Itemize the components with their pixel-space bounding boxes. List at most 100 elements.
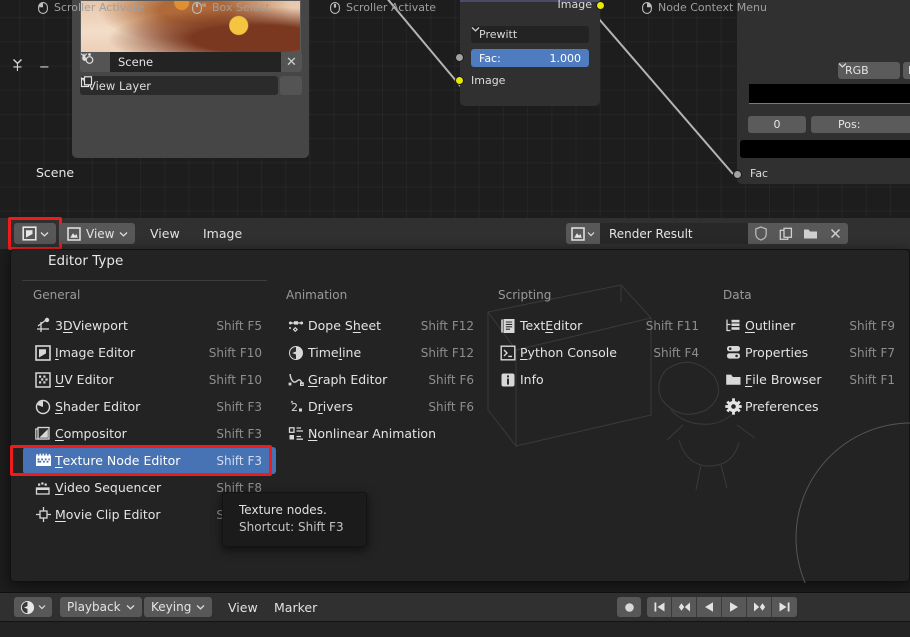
menu-item-file-browser[interactable]: File Browser Shift F1 — [713, 366, 909, 393]
texture-node-editor-icon — [31, 452, 55, 470]
chevron-down-icon — [838, 63, 847, 68]
3d-viewport-icon — [31, 317, 55, 335]
editor-type-menu-title: Editor Type — [48, 253, 124, 269]
video-sequencer-icon — [31, 479, 55, 497]
fac-label: Fac: — [479, 51, 501, 65]
menu-item-shortcut: Shift F3 — [216, 399, 262, 414]
playback-controls — [617, 597, 797, 617]
graph-editor-icon — [284, 371, 308, 389]
column-title-animation: Animation — [286, 288, 348, 302]
chevron-down-icon[interactable] — [12, 58, 23, 65]
menu-item-uv-editor[interactable]: UV Editor Shift F10 — [23, 366, 276, 393]
menu-item-shortcut: Shift F10 — [208, 372, 262, 387]
preferences-icon — [721, 398, 745, 416]
copy-icon[interactable] — [773, 223, 798, 244]
mouse-left-icon — [38, 1, 48, 14]
outliner-icon — [721, 317, 745, 335]
next-keyframe-icon[interactable] — [747, 597, 772, 617]
color-ramp-gradient[interactable] — [749, 84, 910, 104]
properties-icon — [721, 344, 745, 362]
timeline-menu-view[interactable]: View — [228, 600, 258, 615]
color-ramp-pos-field[interactable]: Pos: — [811, 116, 910, 133]
svg-text:2: 2 — [291, 401, 298, 414]
editor-type-columns: General 3D Viewport Shift F5 Image Edito… — [11, 288, 910, 528]
node-editor-canvas[interactable]: Scene ✕ View Layer Scene Image Prewitt F… — [0, 0, 910, 218]
chevron-down-icon — [587, 231, 595, 236]
compositor-icon — [31, 425, 55, 443]
menu-item-label: 3D Viewport — [55, 318, 128, 333]
image-editor-icon — [21, 226, 37, 241]
menu-item-nonlinear-animation[interactable]: Nonlinear Animation — [276, 420, 488, 447]
interpolation-dropdown[interactable]: RGB — [838, 62, 900, 79]
image-name-field[interactable]: Render Result — [600, 223, 748, 244]
timeline-editor-type-button[interactable] — [14, 597, 52, 617]
input-socket-fac[interactable] — [455, 53, 464, 62]
menu-item-info[interactable]: Info — [488, 366, 713, 393]
chevron-down-icon — [126, 605, 134, 610]
play-icon[interactable] — [722, 597, 747, 617]
copy-icon[interactable] — [80, 76, 302, 95]
input-socket-image[interactable] — [455, 76, 464, 85]
menu-item-shortcut: Shift F11 — [645, 318, 699, 333]
keying-menu[interactable]: Keying — [144, 597, 213, 617]
nla-icon — [284, 425, 308, 443]
color-ramp-fac-label: Fac — [750, 167, 769, 180]
menu-item-preferences[interactable]: Preferences — [713, 393, 909, 420]
menu-item-label: Dope Sh eet — [308, 318, 382, 333]
menu-item-python-console[interactable]: Python Console Shift F4 — [488, 339, 713, 366]
remove-stop-button[interactable]: − — [39, 60, 50, 75]
menu-item-dope-sheet[interactable]: Dope Sh eet Shift F12 — [276, 312, 488, 339]
image-preview-panel: Scene ✕ View Layer — [72, 0, 309, 158]
jump-end-icon[interactable] — [772, 597, 797, 617]
filter-node[interactable]: Image Prewitt Fac: 1.000 Image — [455, 0, 605, 106]
shield-icon[interactable] — [748, 223, 773, 244]
menu-item-drivers[interactable]: 2 Dr ivers Shift F6 — [276, 393, 488, 420]
editor-type-dropdown-menu: General 3D Viewport Shift F5 Image Edito… — [10, 249, 910, 583]
menu-item-shader-editor[interactable]: Shader Editor Shift F3 — [23, 393, 276, 420]
folder-icon[interactable] — [798, 223, 823, 244]
view-layer-field[interactable]: View Layer — [80, 76, 278, 95]
timeline-menu-marker[interactable]: Marker — [274, 600, 317, 615]
image-icon[interactable] — [566, 223, 600, 244]
header-menu-view[interactable]: View — [150, 226, 180, 241]
menu-item-properties[interactable]: Properties Shift F7 — [713, 339, 909, 366]
output-socket-image[interactable] — [596, 1, 605, 10]
menu-item-outliner[interactable]: Outliner Shift F9 — [713, 312, 909, 339]
status-item-label: Scroller Activate — [54, 1, 145, 14]
jump-start-icon[interactable] — [647, 597, 672, 617]
record-icon[interactable] — [617, 597, 641, 617]
fac-value: 1.000 — [549, 51, 582, 65]
close-icon[interactable] — [823, 223, 848, 244]
close-icon[interactable]: ✕ — [281, 52, 302, 72]
filter-type-dropdown[interactable]: Prewitt — [471, 26, 589, 43]
color-ramp-color-swatch[interactable] — [740, 140, 910, 158]
status-item-label: Scroller Activate — [346, 1, 437, 14]
view-dropdown-button[interactable]: View — [60, 223, 136, 244]
movie-clip-editor-icon — [31, 506, 55, 524]
menu-item-image-editor[interactable]: Image Editor Shift F10 — [23, 339, 276, 366]
menu-item-label: Compositor — [55, 426, 127, 441]
menu-item-3d-viewport[interactable]: 3D Viewport Shift F5 — [23, 312, 276, 339]
mouse-wheel-icon — [330, 1, 340, 14]
status-item-label: Node Context Menu — [658, 1, 767, 14]
play-reverse-icon[interactable] — [697, 597, 722, 617]
fac-slider[interactable]: Fac: 1.000 — [471, 49, 589, 67]
editor-type-button[interactable] — [14, 223, 56, 244]
status-bar — [0, 621, 910, 637]
menu-item-graph-editor[interactable]: Graph Editor Shift F6 — [276, 366, 488, 393]
status-item-2: Scroller Activate — [330, 1, 436, 14]
playback-menu[interactable]: Playback — [60, 597, 142, 617]
menu-item-compositor[interactable]: Compositor Shift F3 — [23, 420, 276, 447]
menu-item-texture-node-editor[interactable]: Texture Node Editor Shift F3 — [23, 447, 276, 474]
blend-mode-dropdown[interactable]: L — [903, 62, 910, 79]
chevron-down-icon — [196, 605, 205, 610]
prev-keyframe-icon[interactable] — [672, 597, 697, 617]
menu-item-timeline[interactable]: Time l ine Shift F12 — [276, 339, 488, 366]
color-ramp-index-field[interactable]: 0 — [748, 116, 806, 133]
menu-separator — [22, 280, 267, 281]
color-ramp-input-socket[interactable] — [733, 170, 742, 179]
menu-item-label: Text Editor — [520, 318, 583, 333]
menu-item-text-editor[interactable]: Text Editor Shift F11 — [488, 312, 713, 339]
header-menu-image[interactable]: Image — [203, 226, 242, 241]
interpolation-value: RGB — [845, 64, 869, 77]
